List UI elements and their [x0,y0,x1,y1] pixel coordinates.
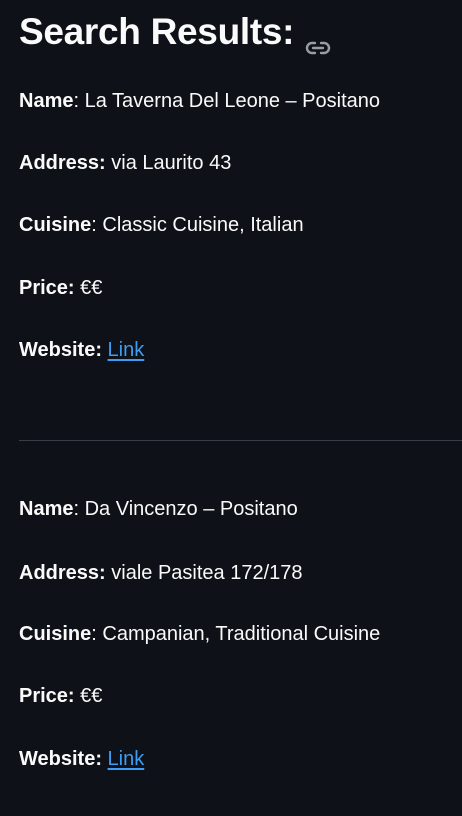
price-label: Price: [19,277,75,299]
website-label: Website: [19,339,102,361]
link-icon[interactable] [304,24,332,55]
result-price-row: Price: €€ [19,276,102,300]
price-label: Price: [19,685,75,707]
restaurant-name: La Taverna Del Leone – Positano [84,90,381,112]
result-name-row: Name: Da Vincenzo – Positano [19,498,298,520]
result-address-row: Address: via Laurito 43 [19,151,231,175]
restaurant-price: €€ [80,685,103,707]
website-link[interactable]: Link [108,339,145,361]
cuisine-label: Cuisine [19,214,92,236]
divider [19,440,462,441]
page-title: Search Results: [19,10,332,55]
page-title-text: Search Results: [19,11,295,52]
result-price-row: Price: €€ [19,684,102,708]
result-website-row: Website: Link [19,338,144,362]
restaurant-cuisine: Classic Cuisine, Italian [102,214,304,236]
result-cuisine-row: Cuisine: Classic Cuisine, Italian [19,214,304,236]
restaurant-cuisine: Campanian, Traditional Cuisine [102,623,381,645]
result-website-row: Website: Link [19,747,144,771]
restaurant-address: via Laurito 43 [111,152,232,174]
website-label: Website: [19,748,102,770]
cuisine-label: Cuisine [19,623,92,645]
website-link[interactable]: Link [108,748,145,770]
result-cuisine-row: Cuisine: Campanian, Traditional Cuisine [19,623,381,645]
restaurant-price: €€ [80,277,103,299]
result-address-row: Address: viale Pasitea 172/178 [19,561,303,585]
restaurant-address: viale Pasitea 172/178 [111,562,303,584]
restaurant-name: Da Vincenzo – Positano [84,498,298,520]
address-label: Address: [19,562,106,584]
name-label: Name [19,498,74,520]
address-label: Address: [19,152,106,174]
name-label: Name [19,90,74,112]
result-name-row: Name: La Taverna Del Leone – Positano [19,90,381,112]
